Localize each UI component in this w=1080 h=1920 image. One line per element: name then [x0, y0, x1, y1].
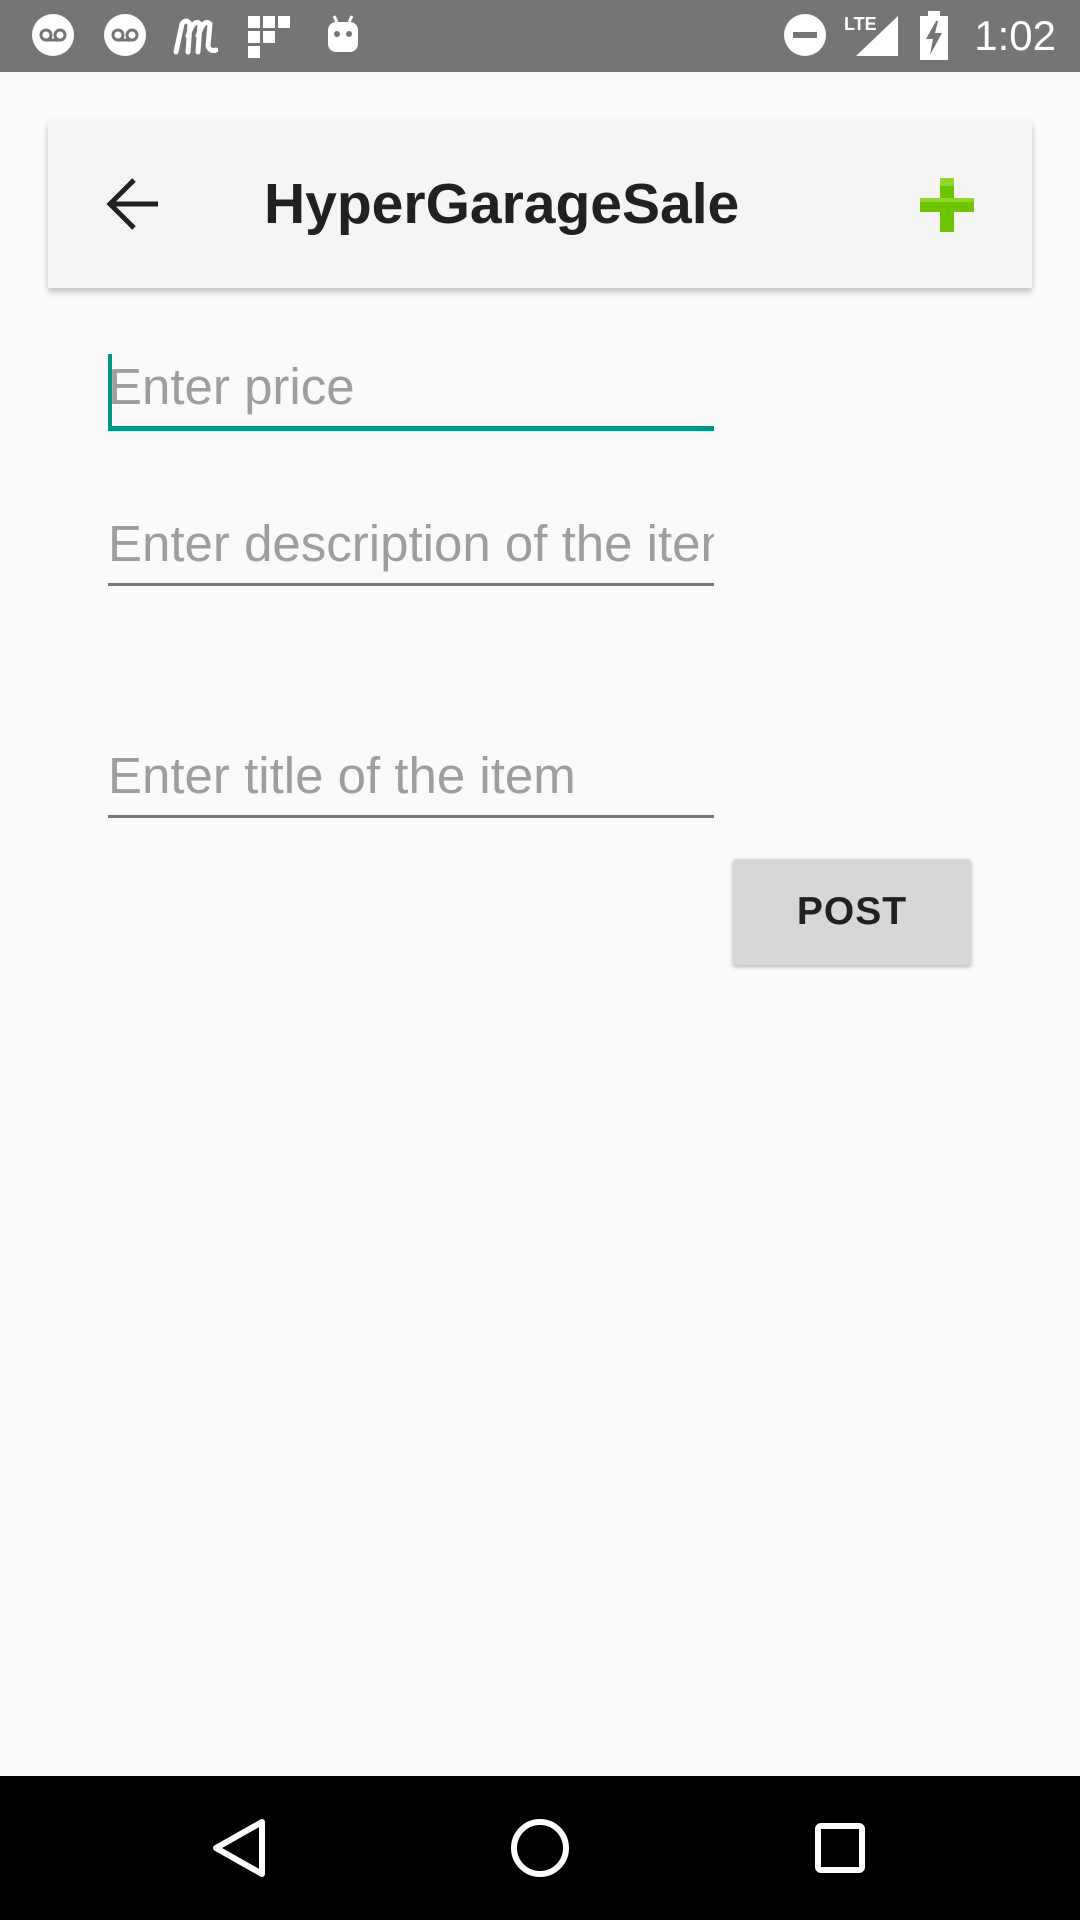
price-field[interactable] — [108, 346, 714, 431]
title-input[interactable] — [108, 735, 714, 815]
back-triangle-icon[interactable] — [196, 1804, 284, 1892]
price-input[interactable] — [108, 346, 714, 426]
post-button[interactable]: POST — [733, 859, 971, 965]
voicemail-icon — [104, 14, 146, 56]
signal-icon — [856, 16, 898, 56]
arrow-back-icon[interactable] — [96, 166, 172, 242]
title-field[interactable] — [108, 735, 714, 818]
recents-square-icon[interactable] — [796, 1804, 884, 1892]
page-title: HyperGarageSale — [264, 172, 740, 236]
status-bar: LTE 1:02 — [0, 0, 1080, 72]
home-circle-icon[interactable] — [496, 1804, 584, 1892]
app-m-icon — [173, 18, 218, 55]
voicemail-icon — [32, 14, 74, 56]
do-not-disturb-icon — [784, 14, 826, 56]
text-cursor — [108, 354, 112, 426]
android-icon — [328, 15, 358, 52]
app-bar: HyperGarageSale — [48, 120, 1032, 288]
battery-charging-icon — [920, 11, 948, 60]
navigation-bar — [0, 1776, 1080, 1920]
description-input[interactable] — [108, 503, 714, 583]
app-grid-icon — [248, 16, 290, 58]
status-time: 1:02 — [974, 12, 1056, 59]
description-field[interactable] — [108, 503, 714, 586]
plus-icon[interactable] — [910, 168, 982, 240]
